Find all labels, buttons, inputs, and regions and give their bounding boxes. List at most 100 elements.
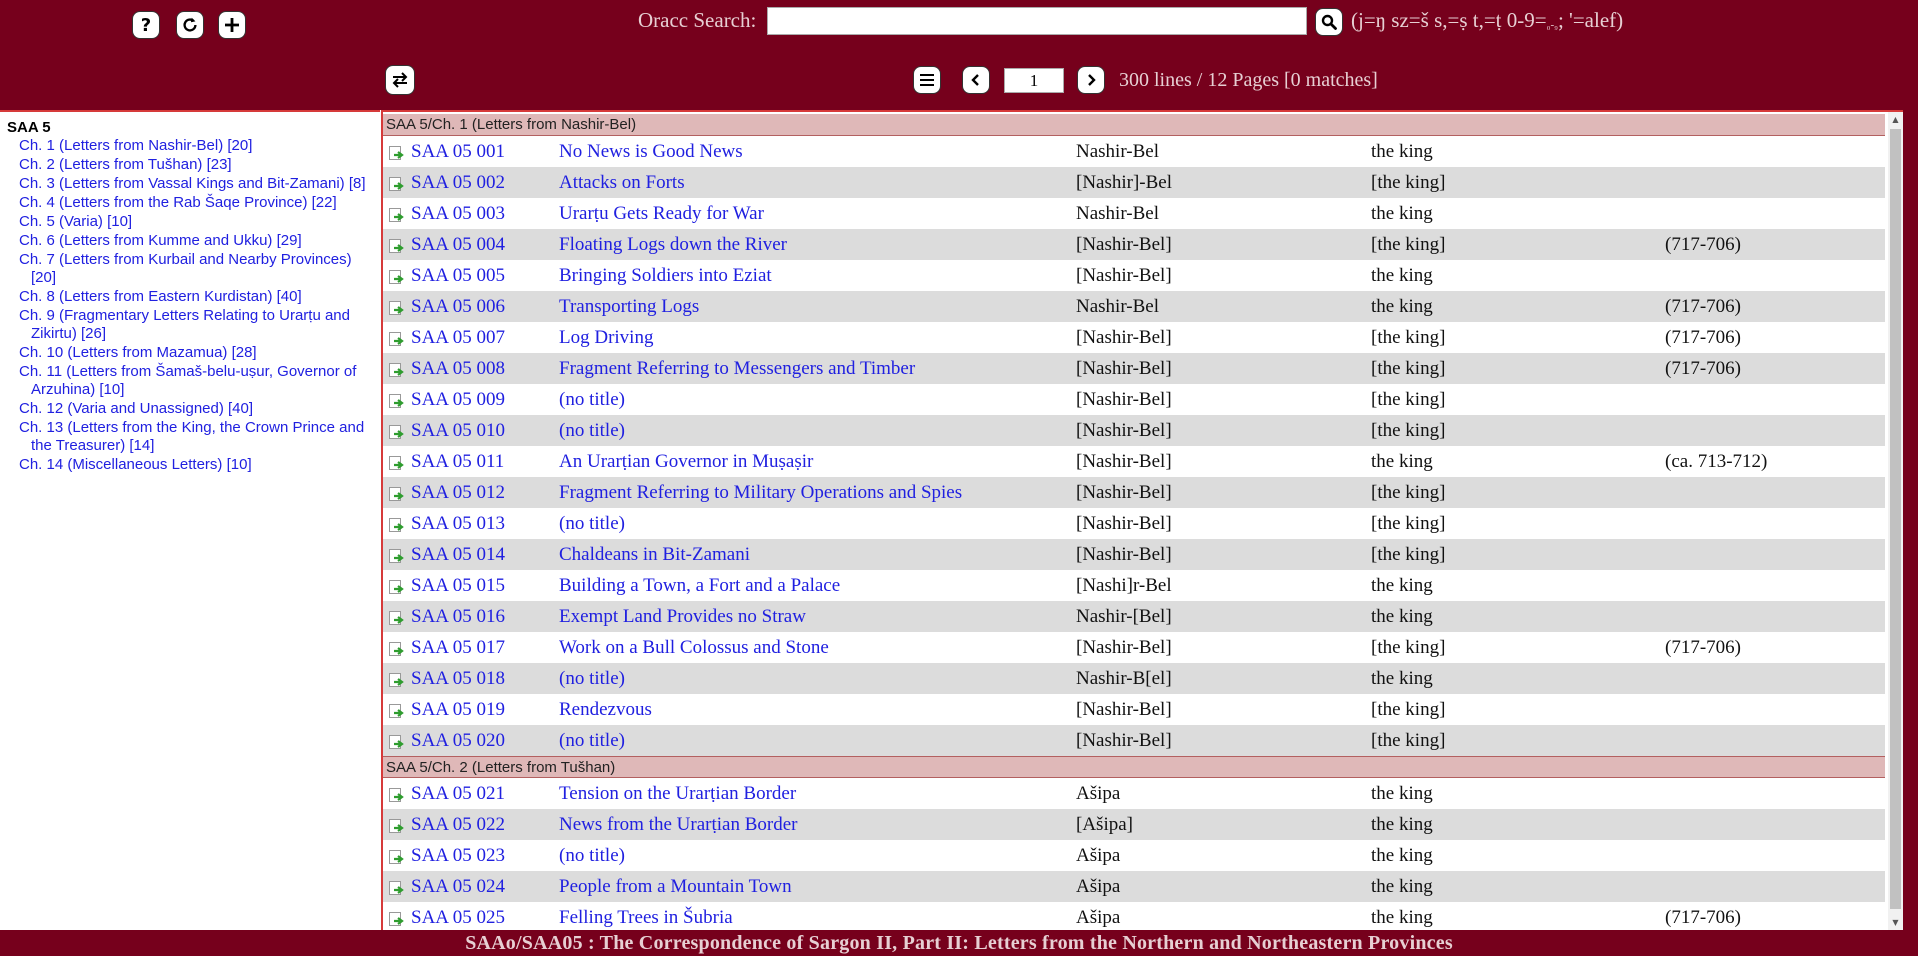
text-id-link[interactable]: SAA 05 022 <box>411 814 505 836</box>
next-page-button[interactable] <box>1077 66 1105 94</box>
text-id-link[interactable]: SAA 05 014 <box>411 544 505 566</box>
open-text-icon[interactable] <box>389 641 404 656</box>
text-title-link[interactable]: An Urarṭian Governor in Muṣaṣir <box>559 451 813 473</box>
text-id-link[interactable]: SAA 05 025 <box>411 907 505 929</box>
open-text-icon[interactable] <box>389 579 404 594</box>
text-id-link[interactable]: SAA 05 005 <box>411 265 505 287</box>
sidebar-chapter-link[interactable]: Ch. 5 (Varia) [10] <box>19 213 374 231</box>
text-id-link[interactable]: SAA 05 024 <box>411 876 505 898</box>
sidebar-chapter-link[interactable]: Ch. 13 (Letters from the King, the Crown… <box>19 419 374 455</box>
sidebar-chapter-link[interactable]: Ch. 8 (Letters from Eastern Kurdistan) [… <box>19 288 374 306</box>
text-id-link[interactable]: SAA 05 002 <box>411 172 505 194</box>
text-title-link[interactable]: Bringing Soldiers into Eziat <box>559 265 772 287</box>
text-title-link[interactable]: (no title) <box>559 513 625 535</box>
open-text-icon[interactable] <box>389 269 404 284</box>
text-id-link[interactable]: SAA 05 011 <box>411 451 504 473</box>
sidebar-chapter-link[interactable]: Ch. 12 (Varia and Unassigned) [40] <box>19 400 374 418</box>
sidebar-chapter-link[interactable]: Ch. 6 (Letters from Kumme and Ukku) [29] <box>19 232 374 250</box>
text-title-link[interactable]: (no title) <box>559 845 625 867</box>
open-text-icon[interactable] <box>389 880 404 895</box>
text-title-link[interactable]: No News is Good News <box>559 141 743 163</box>
text-id-link[interactable]: SAA 05 019 <box>411 699 505 721</box>
text-id-link[interactable]: SAA 05 009 <box>411 389 505 411</box>
text-title-link[interactable]: (no title) <box>559 668 625 690</box>
text-title-link[interactable]: People from a Mountain Town <box>559 876 792 898</box>
open-text-icon[interactable] <box>389 145 404 160</box>
menu-button[interactable] <box>913 66 941 94</box>
text-id-link[interactable]: SAA 05 023 <box>411 845 505 867</box>
open-text-icon[interactable] <box>389 300 404 315</box>
open-text-icon[interactable] <box>389 517 404 532</box>
sidebar-chapter-link[interactable]: Ch. 10 (Letters from Mazamua) [28] <box>19 344 374 362</box>
text-id-link[interactable]: SAA 05 008 <box>411 358 505 380</box>
previous-page-button[interactable] <box>962 66 990 94</box>
open-text-icon[interactable] <box>389 238 404 253</box>
open-text-icon[interactable] <box>389 548 404 563</box>
text-title-link[interactable]: Urarṭu Gets Ready for War <box>559 203 764 225</box>
sidebar-chapter-link[interactable]: Ch. 7 (Letters from Kurbail and Nearby P… <box>19 251 374 287</box>
text-title-link[interactable]: Rendezvous <box>559 699 652 721</box>
toggle-sidebar-button[interactable] <box>385 65 415 95</box>
text-id-link[interactable]: SAA 05 004 <box>411 234 505 256</box>
text-title-link[interactable]: Log Driving <box>559 327 653 349</box>
open-text-icon[interactable] <box>389 331 404 346</box>
text-id-link[interactable]: SAA 05 021 <box>411 783 505 805</box>
text-id-link[interactable]: SAA 05 006 <box>411 296 505 318</box>
text-id-link[interactable]: SAA 05 001 <box>411 141 505 163</box>
open-text-icon[interactable] <box>389 610 404 625</box>
open-text-icon[interactable] <box>389 362 404 377</box>
text-id-link[interactable]: SAA 05 017 <box>411 637 505 659</box>
text-title-link[interactable]: Fragment Referring to Messengers and Tim… <box>559 358 915 380</box>
text-title-link[interactable]: (no title) <box>559 389 625 411</box>
text-id-link[interactable]: SAA 05 003 <box>411 203 505 225</box>
reload-button[interactable] <box>176 11 204 39</box>
text-id-link[interactable]: SAA 05 016 <box>411 606 505 628</box>
add-button[interactable] <box>218 11 246 39</box>
text-title-link[interactable]: Work on a Bull Colossus and Stone <box>559 637 829 659</box>
open-text-icon[interactable] <box>389 734 404 749</box>
text-title-link[interactable]: Chaldeans in Bit-Zamani <box>559 544 750 566</box>
open-text-icon[interactable] <box>389 455 404 470</box>
open-text-icon[interactable] <box>389 393 404 408</box>
sidebar-chapter-link[interactable]: Ch. 9 (Fragmentary Letters Relating to U… <box>19 307 374 343</box>
text-title-link[interactable]: (no title) <box>559 420 625 442</box>
text-title-link[interactable]: Exempt Land Provides no Straw <box>559 606 806 628</box>
text-title-link[interactable]: (no title) <box>559 730 625 752</box>
sidebar-chapter-link[interactable]: Ch. 14 (Miscellaneous Letters) [10] <box>19 456 374 474</box>
open-text-icon[interactable] <box>389 672 404 687</box>
text-title-link[interactable]: Building a Town, a Fort and a Palace <box>559 575 840 597</box>
search-input[interactable] <box>767 7 1307 35</box>
open-text-icon[interactable] <box>389 424 404 439</box>
page-number-input[interactable] <box>1004 68 1064 93</box>
search-button[interactable] <box>1315 8 1343 36</box>
open-text-icon[interactable] <box>389 787 404 802</box>
text-title-link[interactable]: Floating Logs down the River <box>559 234 787 256</box>
text-id-link[interactable]: SAA 05 020 <box>411 730 505 752</box>
open-text-icon[interactable] <box>389 176 404 191</box>
text-title-link[interactable]: Transporting Logs <box>559 296 699 318</box>
open-text-icon[interactable] <box>389 911 404 926</box>
sidebar-chapter-link[interactable]: Ch. 11 (Letters from Šamaš-belu-uṣur, Go… <box>19 363 374 399</box>
text-title-link[interactable]: Attacks on Forts <box>559 172 685 194</box>
text-id-link[interactable]: SAA 05 012 <box>411 482 505 504</box>
scroll-down-icon[interactable]: ▼ <box>1888 915 1903 930</box>
scroll-thumb[interactable] <box>1890 129 1901 909</box>
text-id-link[interactable]: SAA 05 007 <box>411 327 505 349</box>
sidebar-chapter-link[interactable]: Ch. 1 (Letters from Nashir-Bel) [20] <box>19 137 374 155</box>
help-button[interactable]: ? <box>132 11 160 39</box>
text-title-link[interactable]: Felling Trees in Šubria <box>559 907 733 929</box>
sidebar-chapter-link[interactable]: Ch. 4 (Letters from the Rab Šaqe Provinc… <box>19 194 374 212</box>
open-text-icon[interactable] <box>389 703 404 718</box>
text-id-link[interactable]: SAA 05 015 <box>411 575 505 597</box>
text-id-link[interactable]: SAA 05 010 <box>411 420 505 442</box>
text-id-link[interactable]: SAA 05 013 <box>411 513 505 535</box>
sidebar-chapter-link[interactable]: Ch. 3 (Letters from Vassal Kings and Bit… <box>19 175 374 193</box>
text-id-link[interactable]: SAA 05 018 <box>411 668 505 690</box>
open-text-icon[interactable] <box>389 207 404 222</box>
text-title-link[interactable]: Tension on the Urarṭian Border <box>559 783 796 805</box>
open-text-icon[interactable] <box>389 849 404 864</box>
text-title-link[interactable]: Fragment Referring to Military Operation… <box>559 482 962 504</box>
open-text-icon[interactable] <box>389 818 404 833</box>
open-text-icon[interactable] <box>389 486 404 501</box>
sidebar-chapter-link[interactable]: Ch. 2 (Letters from Tušhan) [23] <box>19 156 374 174</box>
